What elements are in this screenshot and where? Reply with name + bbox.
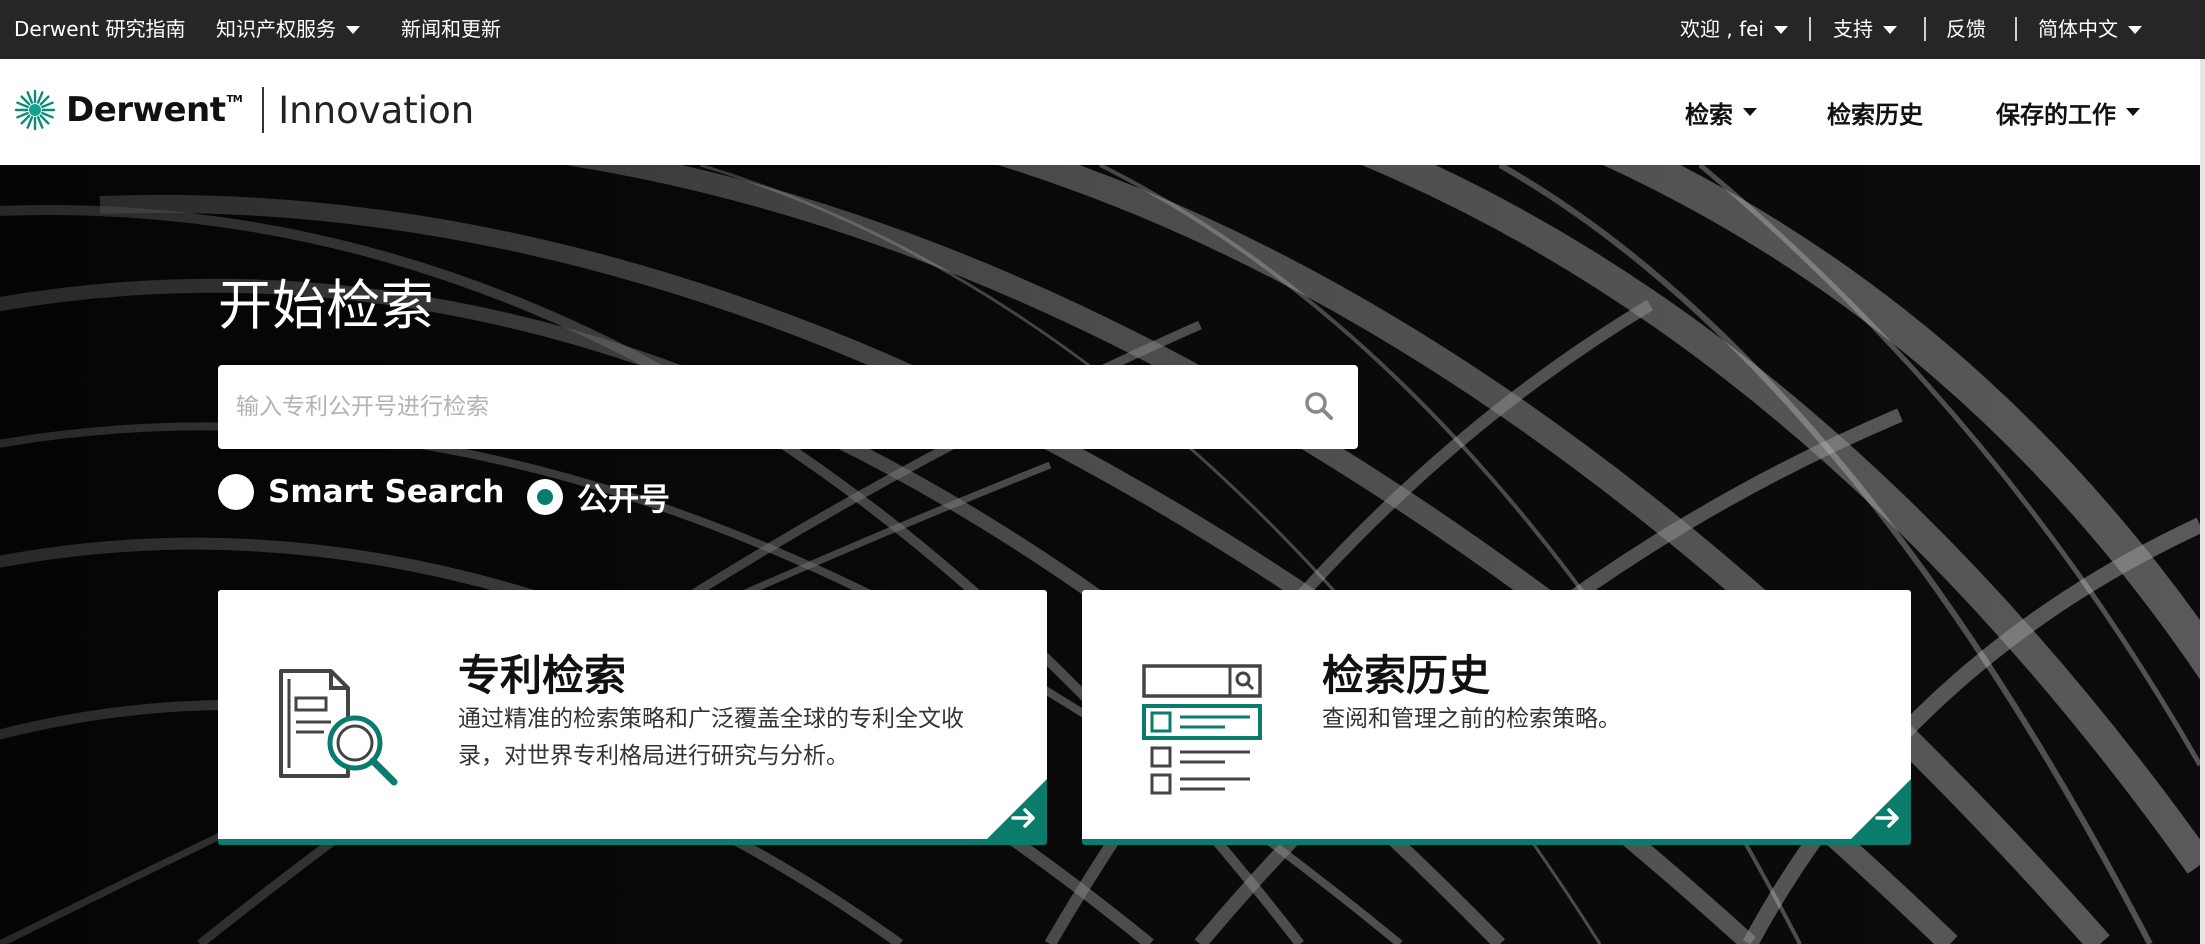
language-menu[interactable]: 简体中文: [2038, 0, 2142, 59]
feedback-link[interactable]: 反馈: [1946, 0, 1986, 59]
patent-search-card[interactable]: 专利检索 通过精准的检索策略和广泛覆盖全球的专利全文收录，对世界专利格局进行研究…: [218, 590, 1047, 845]
search-history-card[interactable]: 检索历史 查阅和管理之前的检索策略。: [1082, 590, 1911, 845]
chevron-down-icon: [2128, 25, 2142, 34]
product-name: Innovation: [278, 88, 475, 132]
patent-search-icon: [279, 669, 398, 786]
divider: [1809, 17, 1811, 41]
nav-history-label: 检索历史: [1827, 100, 1923, 129]
search-input[interactable]: [218, 365, 1258, 449]
radio-smart-search[interactable]: Smart Search: [218, 474, 504, 510]
arrow-right-icon[interactable]: [987, 779, 1047, 839]
news-label: 新闻和更新: [401, 17, 501, 41]
research-guide-link[interactable]: Derwent 研究指南: [14, 0, 185, 59]
brand-name: DerwentTM: [66, 90, 243, 130]
research-guide-label: Derwent 研究指南: [14, 17, 186, 41]
brand-divider: [262, 87, 265, 133]
nav-search-menu[interactable]: 检索: [1685, 59, 1757, 165]
language-label: 简体中文: [2038, 17, 2118, 41]
ip-services-label: 知识产权服务: [216, 17, 336, 41]
top-utility-bar: Derwent 研究指南 知识产权服务 新闻和更新 欢迎 , fei 支持 反馈…: [0, 0, 2205, 59]
search-box: [218, 365, 1358, 449]
support-label: 支持: [1833, 17, 1873, 41]
page-title: 开始检索: [218, 274, 434, 337]
ip-services-menu[interactable]: 知识产权服务: [216, 0, 360, 59]
chevron-down-icon: [2126, 108, 2140, 116]
brand-logo[interactable]: DerwentTM Innovation: [14, 87, 474, 133]
welcome-label: 欢迎 , fei: [1680, 17, 1764, 41]
nav-saved-work-menu[interactable]: 保存的工作: [1996, 59, 2140, 165]
nav-search-label: 检索: [1685, 100, 1733, 129]
chevron-down-icon: [1773, 25, 1788, 34]
support-menu[interactable]: 支持: [1833, 0, 1897, 59]
arrow-right-icon[interactable]: [1851, 779, 1911, 839]
search-icon: [1305, 392, 1333, 420]
card-description: 通过精准的检索策略和广泛覆盖全球的专利全文收录，对世界专利格局进行研究与分析。: [458, 706, 964, 769]
chevron-down-icon: [346, 25, 360, 34]
derwent-logo-icon: [14, 89, 56, 131]
card-title: 检索历史: [1322, 651, 1491, 700]
nav-search-history[interactable]: 检索历史: [1827, 59, 1923, 165]
radio-button-selected: [527, 478, 563, 515]
nav-saved-label: 保存的工作: [1996, 100, 2116, 129]
card-title: 专利检索: [458, 651, 627, 700]
card-description: 查阅和管理之前的检索策略。: [1322, 706, 1621, 732]
user-menu[interactable]: 欢迎 , fei: [1680, 0, 1788, 59]
search-history-icon: [1142, 664, 1262, 795]
chevron-down-icon: [1743, 108, 1757, 116]
feedback-label: 反馈: [1946, 17, 1986, 41]
divider: [1924, 17, 1926, 41]
radio-label: 公开号: [577, 482, 670, 518]
page-scrollbar[interactable]: [2200, 59, 2205, 944]
news-link[interactable]: 新闻和更新: [401, 0, 501, 59]
radio-publication-number[interactable]: 公开号: [527, 474, 670, 519]
radio-button: [218, 474, 254, 510]
divider: [2015, 17, 2017, 41]
radio-label: Smart Search: [268, 474, 505, 510]
chevron-down-icon: [1883, 25, 1897, 34]
search-button[interactable]: [1298, 385, 1342, 429]
